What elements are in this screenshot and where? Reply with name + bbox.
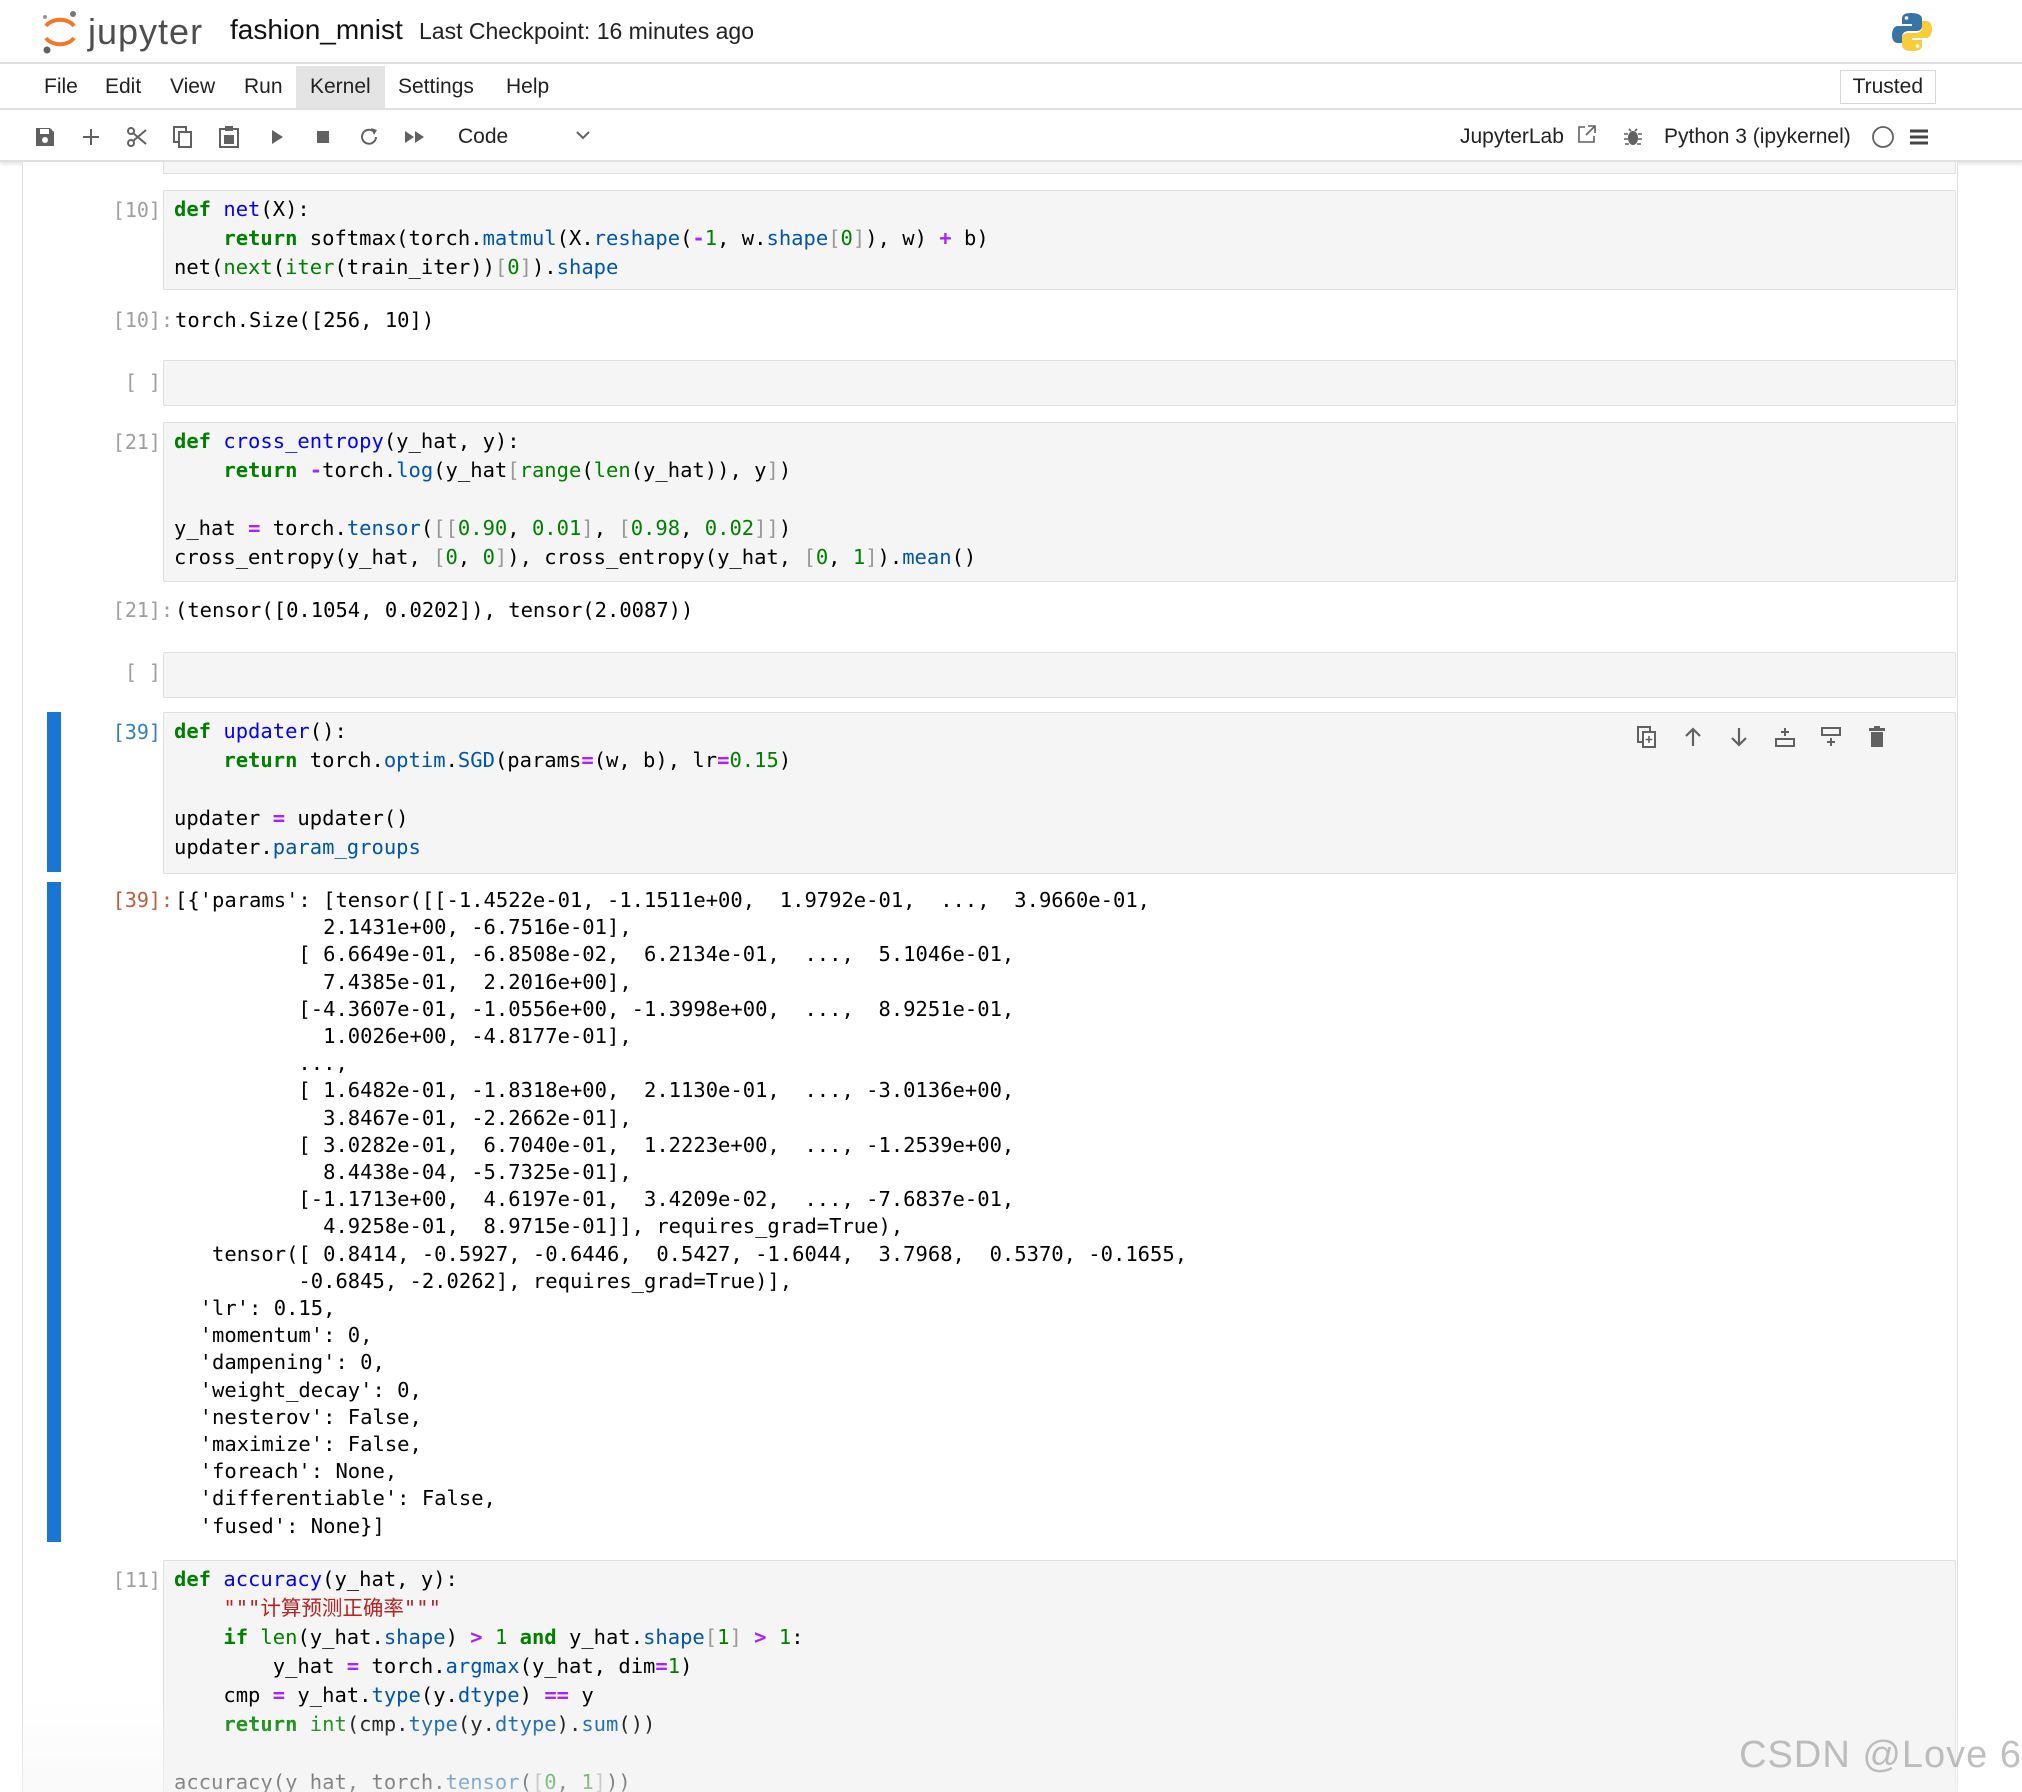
menu-icon[interactable] (1904, 122, 1934, 152)
menu-run[interactable]: Run (230, 66, 297, 108)
external-link-icon (1577, 125, 1596, 143)
output-prompt: [21]: (112, 598, 173, 622)
code-editor[interactable]: def cross_entropy(y_hat, y): return -tor… (174, 427, 976, 572)
cell-output: (tensor([0.1054, 0.0202]), tensor(2.0087… (175, 598, 694, 622)
previous-cell-tail (163, 162, 1956, 174)
cell-output: torch.Size([256, 10]) (175, 308, 435, 332)
empty-code-cell[interactable] (163, 652, 1956, 698)
code-cell-accuracy[interactable]: def accuracy(y_hat, y): """计算预测正确率""" if… (163, 1560, 1956, 1792)
menu-kernel[interactable]: Kernel (296, 66, 385, 108)
cell-toolbar (1630, 720, 1894, 754)
trusted-indicator[interactable]: Trusted (1839, 70, 1936, 104)
menu-help[interactable]: Help (492, 66, 563, 108)
notebook-title[interactable]: fashion_mnist (230, 14, 403, 46)
restart-icon[interactable] (354, 122, 384, 152)
chevron-down-icon[interactable] (574, 126, 592, 149)
duplicate-icon[interactable] (1630, 720, 1664, 754)
jupyter-logo[interactable]: jupyter (40, 8, 203, 56)
notebook-toolbar: Code JupyterLab Python 3 (ipykernel) (0, 112, 2022, 162)
jupyterlab-label: JupyterLab (1460, 125, 1564, 148)
run-icon[interactable] (262, 122, 292, 152)
jupyter-logo-text: jupyter (88, 11, 204, 52)
delete-icon[interactable] (1860, 720, 1894, 754)
checkpoint-status: Last Checkpoint: 16 minutes ago (419, 18, 754, 44)
output-prompt: [39]: (112, 888, 173, 912)
cell-type-select[interactable]: Code (458, 122, 508, 152)
code-cell-cross-entropy[interactable]: def cross_entropy(y_hat, y): return -tor… (163, 422, 1956, 582)
add-icon[interactable] (76, 122, 106, 152)
menu-bar: File Edit View Run Kernel Settings Help … (0, 66, 2022, 110)
menu-view[interactable]: View (156, 66, 229, 108)
code-editor[interactable]: def net(X): return softmax(torch.matmul(… (174, 195, 989, 282)
menu-settings[interactable]: Settings (384, 66, 488, 108)
menu-edit[interactable]: Edit (91, 66, 155, 108)
insert-below-icon[interactable] (1814, 720, 1848, 754)
input-prompt: [39]: (112, 720, 173, 744)
empty-code-cell[interactable] (163, 360, 1956, 406)
cut-icon[interactable] (122, 122, 152, 152)
kernel-status-icon (1868, 122, 1898, 152)
stop-icon[interactable] (308, 122, 338, 152)
jupyter-logo-icon (43, 11, 76, 54)
output-collapser[interactable] (47, 882, 61, 1542)
output-prompt: [10]: (112, 308, 173, 332)
input-prompt: [ ]: (124, 660, 173, 684)
cell-output: [{'params': [tensor([[-1.4522e-01, -1.15… (175, 888, 1188, 1538)
notebook-panel: [10]: def net(X): return softmax(torch.m… (22, 162, 1958, 1792)
open-jupyterlab-link[interactable]: JupyterLab (1460, 122, 1598, 152)
python-logo-icon (1890, 10, 1934, 59)
code-editor[interactable]: def accuracy(y_hat, y): """计算预测正确率""" if… (174, 1565, 804, 1792)
save-icon[interactable] (30, 122, 60, 152)
copy-icon[interactable] (168, 122, 198, 152)
move-up-icon[interactable] (1676, 720, 1710, 754)
watermark: CSDN @Love 6 (1739, 1734, 2022, 1776)
kernel-name[interactable]: Python 3 (ipykernel) (1664, 122, 1851, 152)
input-prompt: [ ]: (124, 370, 173, 394)
input-prompt: [10]: (112, 198, 173, 222)
menu-file[interactable]: File (30, 66, 92, 108)
code-cell-net[interactable]: def net(X): return softmax(torch.matmul(… (163, 190, 1956, 290)
input-prompt: [11]: (112, 1568, 173, 1592)
code-editor[interactable]: def updater(): return torch.optim.SGD(pa… (174, 717, 791, 862)
top-header: jupyter fashion_mnist Last Checkpoint: 1… (0, 0, 2022, 64)
move-down-icon[interactable] (1722, 720, 1756, 754)
paste-icon[interactable] (214, 122, 244, 152)
insert-above-icon[interactable] (1768, 720, 1802, 754)
run-all-icon[interactable] (400, 122, 430, 152)
debugger-icon[interactable] (1618, 122, 1648, 152)
input-prompt: [21]: (112, 430, 173, 454)
